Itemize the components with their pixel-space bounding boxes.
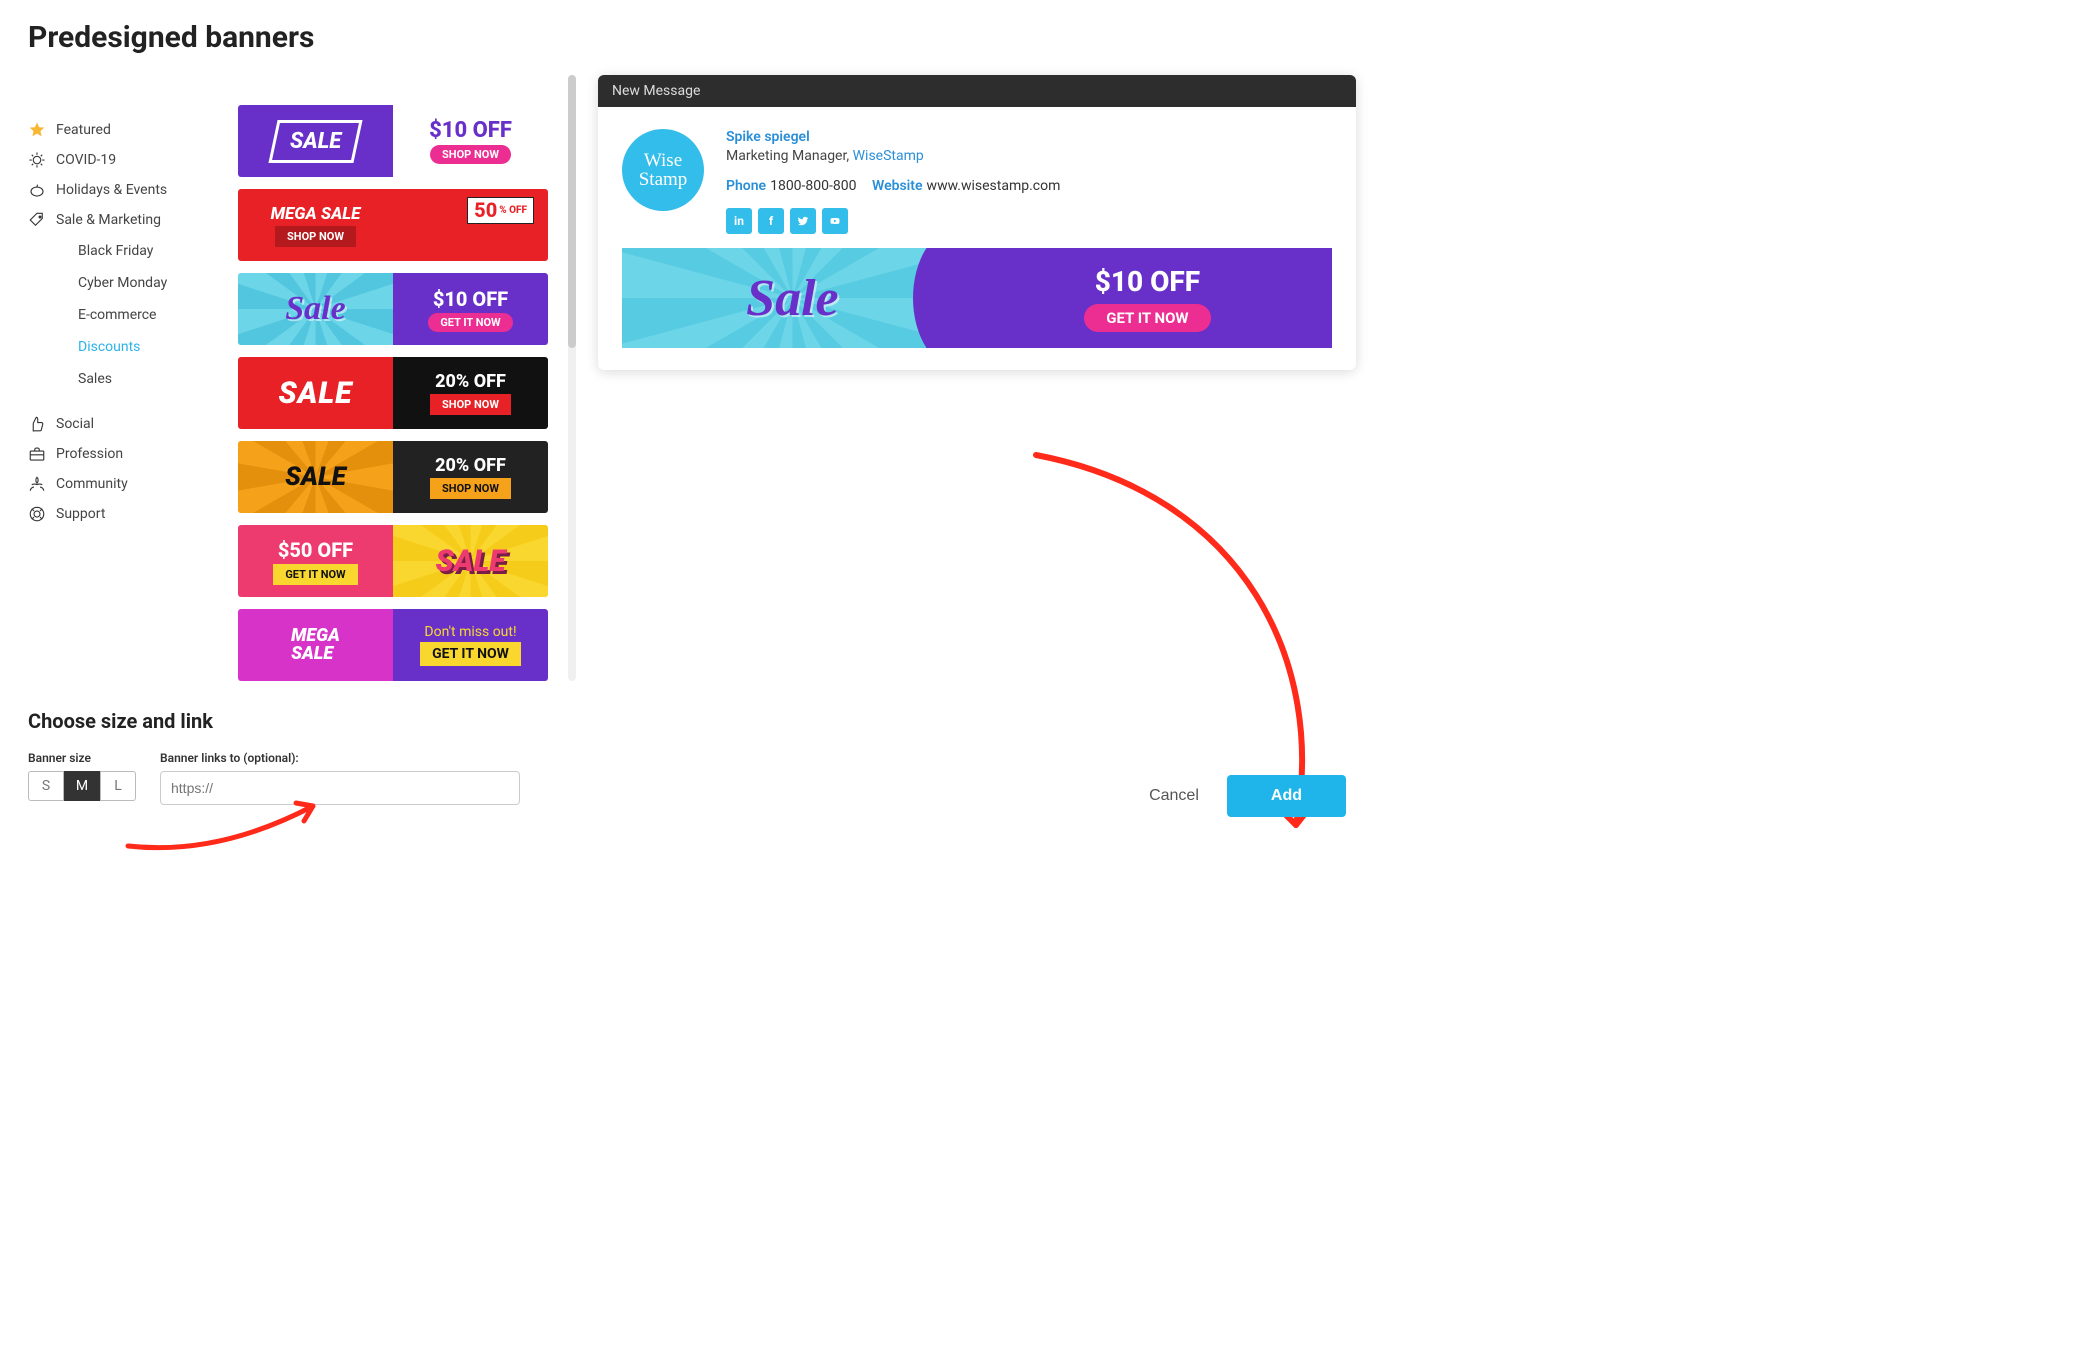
category-label: Support bbox=[56, 506, 105, 522]
category-label: Community bbox=[56, 476, 128, 492]
category-label: Featured bbox=[56, 122, 111, 138]
category-featured[interactable]: Featured bbox=[28, 115, 218, 145]
community-icon bbox=[28, 475, 46, 493]
banner-price: $10 OFF bbox=[429, 118, 512, 143]
banner-text: SALE bbox=[285, 462, 346, 492]
category-sale-marketing[interactable]: Sale & Marketing bbox=[28, 205, 218, 235]
linkedin-icon[interactable]: in bbox=[726, 208, 752, 234]
subcategory-ecommerce[interactable]: E-commerce bbox=[78, 299, 218, 331]
banner-gallery: SALE $10 OFF SHOP NOW MEGA SALE SHOP NOW… bbox=[238, 75, 548, 681]
banner-text: Sale bbox=[746, 269, 838, 328]
banner-price: $10 OFF bbox=[433, 287, 508, 311]
banner-card[interactable]: MEGA SALE SHOP NOW 50% OFF bbox=[238, 189, 548, 261]
banner-cta: SHOP NOW bbox=[430, 394, 511, 415]
category-label: Profession bbox=[56, 446, 123, 462]
category-label: Sale & Marketing bbox=[56, 212, 161, 228]
banner-price: 20% OFF bbox=[435, 455, 506, 476]
category-community[interactable]: Community bbox=[28, 469, 218, 499]
link-label: Banner links to (optional): bbox=[160, 751, 548, 765]
banner-cta: SHOP NOW bbox=[430, 478, 511, 499]
category-support[interactable]: Support bbox=[28, 499, 218, 529]
cancel-button[interactable]: Cancel bbox=[1137, 777, 1211, 815]
category-label: COVID-19 bbox=[56, 152, 116, 168]
youtube-icon[interactable] bbox=[822, 208, 848, 234]
avatar: Wise Stamp bbox=[622, 129, 704, 211]
banner-cta: GET IT NOW bbox=[428, 313, 512, 332]
banner-text: MEGASALE bbox=[291, 627, 340, 663]
category-label: Holidays & Events bbox=[56, 182, 167, 198]
banner-text: SALE bbox=[435, 544, 505, 579]
twitter-icon[interactable] bbox=[790, 208, 816, 234]
category-list: Featured COVID-19 Holidays & Events bbox=[28, 75, 218, 681]
signature-title: Marketing Manager, WiseStamp bbox=[726, 148, 1332, 164]
banner-price: 20% OFF bbox=[435, 371, 506, 392]
banner-cta: SHOP NOW bbox=[275, 226, 356, 247]
facebook-icon[interactable]: f bbox=[758, 208, 784, 234]
banner-card[interactable]: $50 OFF GET IT NOW SALE bbox=[238, 525, 548, 597]
tag-icon bbox=[28, 211, 46, 229]
subcategory-cyber-monday[interactable]: Cyber Monday bbox=[78, 267, 218, 299]
choose-heading: Choose size and link bbox=[28, 709, 548, 733]
category-social[interactable]: Social bbox=[28, 409, 218, 439]
pumpkin-icon bbox=[28, 181, 46, 199]
page-title: Predesigned banners bbox=[28, 20, 1356, 55]
star-icon bbox=[28, 121, 46, 139]
banner-text: MEGA SALE bbox=[271, 204, 361, 224]
signature-name: Spike spiegel bbox=[726, 129, 1332, 145]
add-button[interactable]: Add bbox=[1227, 775, 1346, 817]
banner-card[interactable]: Sale $10 OFF GET IT NOW bbox=[238, 273, 548, 345]
banner-card[interactable]: SALE $10 OFF SHOP NOW bbox=[238, 105, 548, 177]
banner-cta: SHOP NOW bbox=[430, 145, 511, 164]
subcategory-sales[interactable]: Sales bbox=[78, 363, 218, 395]
banner-cta: GET IT NOW bbox=[273, 564, 357, 585]
banner-text: SALE bbox=[278, 376, 352, 411]
banner-text: Sale bbox=[285, 290, 345, 328]
banner-discount: 50% OFF bbox=[467, 197, 534, 224]
banner-tagline: Don't miss out! bbox=[424, 624, 516, 640]
banner-card[interactable]: SALE 20% OFF SHOP NOW bbox=[238, 441, 548, 513]
banner-price: $10 OFF bbox=[1095, 265, 1200, 298]
category-covid[interactable]: COVID-19 bbox=[28, 145, 218, 175]
preview-header: New Message bbox=[598, 75, 1356, 107]
banner-text: SALE bbox=[290, 129, 341, 154]
category-label: Social bbox=[56, 416, 94, 432]
banner-cta: GET IT NOW bbox=[420, 642, 521, 666]
banner-card[interactable]: MEGASALE Don't miss out! GET IT NOW bbox=[238, 609, 548, 681]
banner-price: $50 OFF bbox=[278, 538, 353, 562]
lifebuoy-icon bbox=[28, 505, 46, 523]
social-row: in f bbox=[726, 208, 1332, 234]
preview-banner: Sale $10 OFF GET IT NOW bbox=[622, 248, 1332, 348]
signature-contact: Phone1800-800-800 Websitewww.wisestamp.c… bbox=[726, 178, 1332, 194]
briefcase-icon bbox=[28, 445, 46, 463]
signature-preview: New Message Wise Stamp Spike spiegel Mar… bbox=[598, 75, 1356, 370]
category-holidays[interactable]: Holidays & Events bbox=[28, 175, 218, 205]
subcategory-black-friday[interactable]: Black Friday bbox=[78, 235, 218, 267]
category-profession[interactable]: Profession bbox=[28, 439, 218, 469]
size-label: Banner size bbox=[28, 751, 136, 765]
company-link[interactable]: WiseStamp bbox=[853, 148, 924, 164]
banner-card[interactable]: SALE 20% OFF SHOP NOW bbox=[238, 357, 548, 429]
subcategory-discounts[interactable]: Discounts bbox=[78, 331, 218, 363]
banner-cta: GET IT NOW bbox=[1084, 304, 1210, 332]
thumb-icon bbox=[28, 415, 46, 433]
virus-icon bbox=[28, 151, 46, 169]
